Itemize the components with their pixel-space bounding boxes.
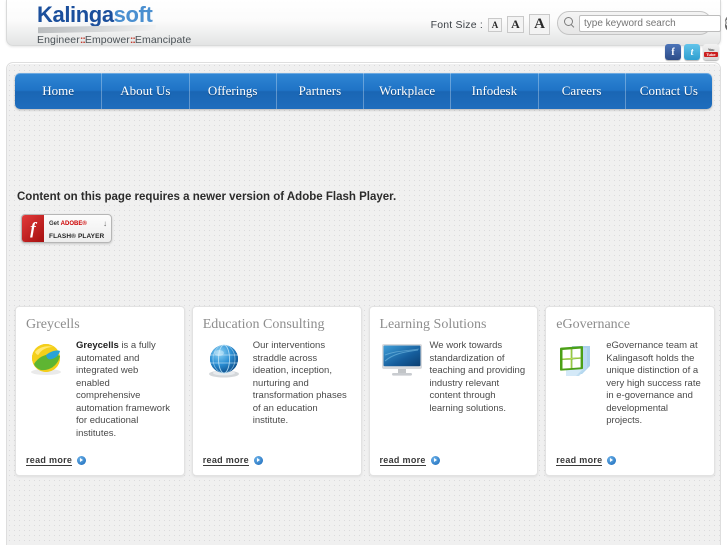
arrow-circle-icon [253, 456, 263, 465]
card-body: Greycells is a fully automated and integ… [26, 340, 174, 440]
site-header: Kalingasoft Engineer::Empower::Emancipat… [6, 0, 727, 47]
search-icon [564, 17, 576, 29]
youtube-icon-bottom-text: Tube [704, 52, 718, 57]
nav-item-partners[interactable]: Partners [277, 73, 364, 109]
card-text: Greycells is a fully automated and integ… [76, 340, 174, 440]
arrow-circle-icon [430, 456, 440, 465]
flash-badge-adobe: ADOBE® [60, 221, 87, 227]
tagline-word-2: Empower [84, 34, 130, 46]
card-text: eGovernance team at Kalingasoft holds th… [606, 340, 704, 428]
card-text-body: eGovernance team at Kalingasoft holds th… [606, 340, 701, 426]
flash-badge-text: Get ADOBE® FLASH® PLAYER [49, 216, 104, 241]
monitor-icon [380, 340, 424, 415]
search-input[interactable] [579, 14, 721, 32]
card-greycells[interactable]: Greycells Greycells is a fully automated… [15, 306, 185, 476]
nav-item-infodesk[interactable]: Infodesk [451, 73, 539, 109]
main-content-panel: Home About Us Offerings Partners Workpla… [6, 62, 721, 545]
flash-badge-line2: FLASH® PLAYER [49, 233, 105, 240]
page-root: Kalingasoft Engineer::Empower::Emancipat… [0, 0, 727, 545]
download-arrow-icon: ↓ [103, 219, 107, 228]
read-more-label: read more [556, 455, 603, 466]
card-body: eGovernance team at Kalingasoft holds th… [556, 340, 704, 428]
card-text: We work towards standardization of teach… [430, 340, 528, 415]
read-more-label: read more [26, 455, 73, 466]
read-more-link[interactable]: read more [379, 455, 440, 466]
card-title: Greycells [26, 317, 80, 332]
card-text-body: We work towards standardization of teach… [429, 340, 526, 414]
card-text-body: is a fully automated and integrated web … [76, 340, 170, 439]
flash-logo-icon: f [22, 215, 44, 242]
logo-text-bold: Kalinga [37, 2, 114, 27]
read-more-link[interactable]: read more [556, 455, 617, 466]
font-size-large-button[interactable]: A [529, 14, 550, 35]
nav-item-home[interactable]: Home [15, 73, 103, 109]
card-title: Education Consulting [202, 317, 325, 332]
tagline-word-3: Emancipate [134, 34, 192, 46]
read-more-label: read more [202, 455, 249, 466]
main-navigation: Home About Us Offerings Partners Workpla… [15, 73, 712, 109]
tagline-word-1: Engineer [37, 34, 80, 46]
font-size-label: Font Size : [430, 18, 483, 31]
facebook-icon[interactable]: f [665, 44, 681, 60]
arrow-circle-icon [607, 456, 617, 465]
green-grid-documents-icon [556, 340, 600, 428]
flash-badge-get: Get [49, 221, 61, 227]
card-text-body: Our interventions straddle across ideati… [252, 340, 347, 426]
nav-item-contact-us[interactable]: Contact Us [626, 73, 712, 109]
font-size-small-button[interactable]: A [488, 17, 502, 32]
social-links: f t You Tube [665, 44, 719, 60]
font-size-controls: Font Size : A A A [431, 14, 550, 35]
nav-item-careers[interactable]: Careers [539, 73, 626, 109]
site-logo[interactable]: Kalingasoft Engineer::Empower::Emancipat… [37, 3, 191, 47]
read-more-link[interactable]: read more [26, 455, 87, 466]
logo-text: Kalingasoft [37, 3, 191, 27]
globe-icon [203, 340, 247, 428]
greycells-leaf-icon [26, 340, 70, 440]
font-size-medium-button[interactable]: A [507, 16, 524, 33]
arrow-circle-icon [77, 456, 87, 465]
card-education-consulting[interactable]: Education Consulting Our interventions s… [191, 306, 362, 476]
card-text-lead: Greycells [76, 340, 119, 351]
read-more-link[interactable]: read more [202, 455, 263, 466]
card-body: Our interventions straddle across ideati… [203, 340, 351, 428]
read-more-label: read more [379, 455, 426, 466]
logo-text-light: soft [113, 2, 153, 27]
nav-item-about-us[interactable]: About Us [102, 73, 190, 109]
card-egovernance[interactable]: eGovernance eGovernance team at Kalingas… [545, 306, 715, 476]
flash-badge-line1: Get ADOBE® [49, 221, 87, 227]
card-learning-solutions[interactable]: Learning Solutions We work towards stand… [368, 306, 539, 476]
card-title: Learning Solutions [379, 317, 487, 332]
card-text: Our interventions straddle across ideati… [253, 340, 351, 428]
card-body: We work towards standardization of teach… [380, 340, 528, 415]
get-adobe-flash-player-button[interactable]: f Get ADOBE® FLASH® PLAYER ↓ [21, 214, 112, 243]
nav-item-offerings[interactable]: Offerings [190, 73, 277, 109]
logo-swoosh-icon [38, 24, 156, 34]
youtube-icon[interactable]: You Tube [703, 44, 719, 60]
service-cards: Greycells Greycells is a fully automated… [15, 306, 715, 476]
nav-item-workplace[interactable]: Workplace [364, 73, 452, 109]
site-tagline: Engineer::Empower::Emancipate [37, 34, 191, 46]
twitter-icon[interactable]: t [684, 44, 700, 60]
flash-required-message: Content on this page requires a newer ve… [17, 191, 397, 203]
card-title: eGovernance [556, 317, 631, 332]
search-container: Go [557, 11, 727, 35]
